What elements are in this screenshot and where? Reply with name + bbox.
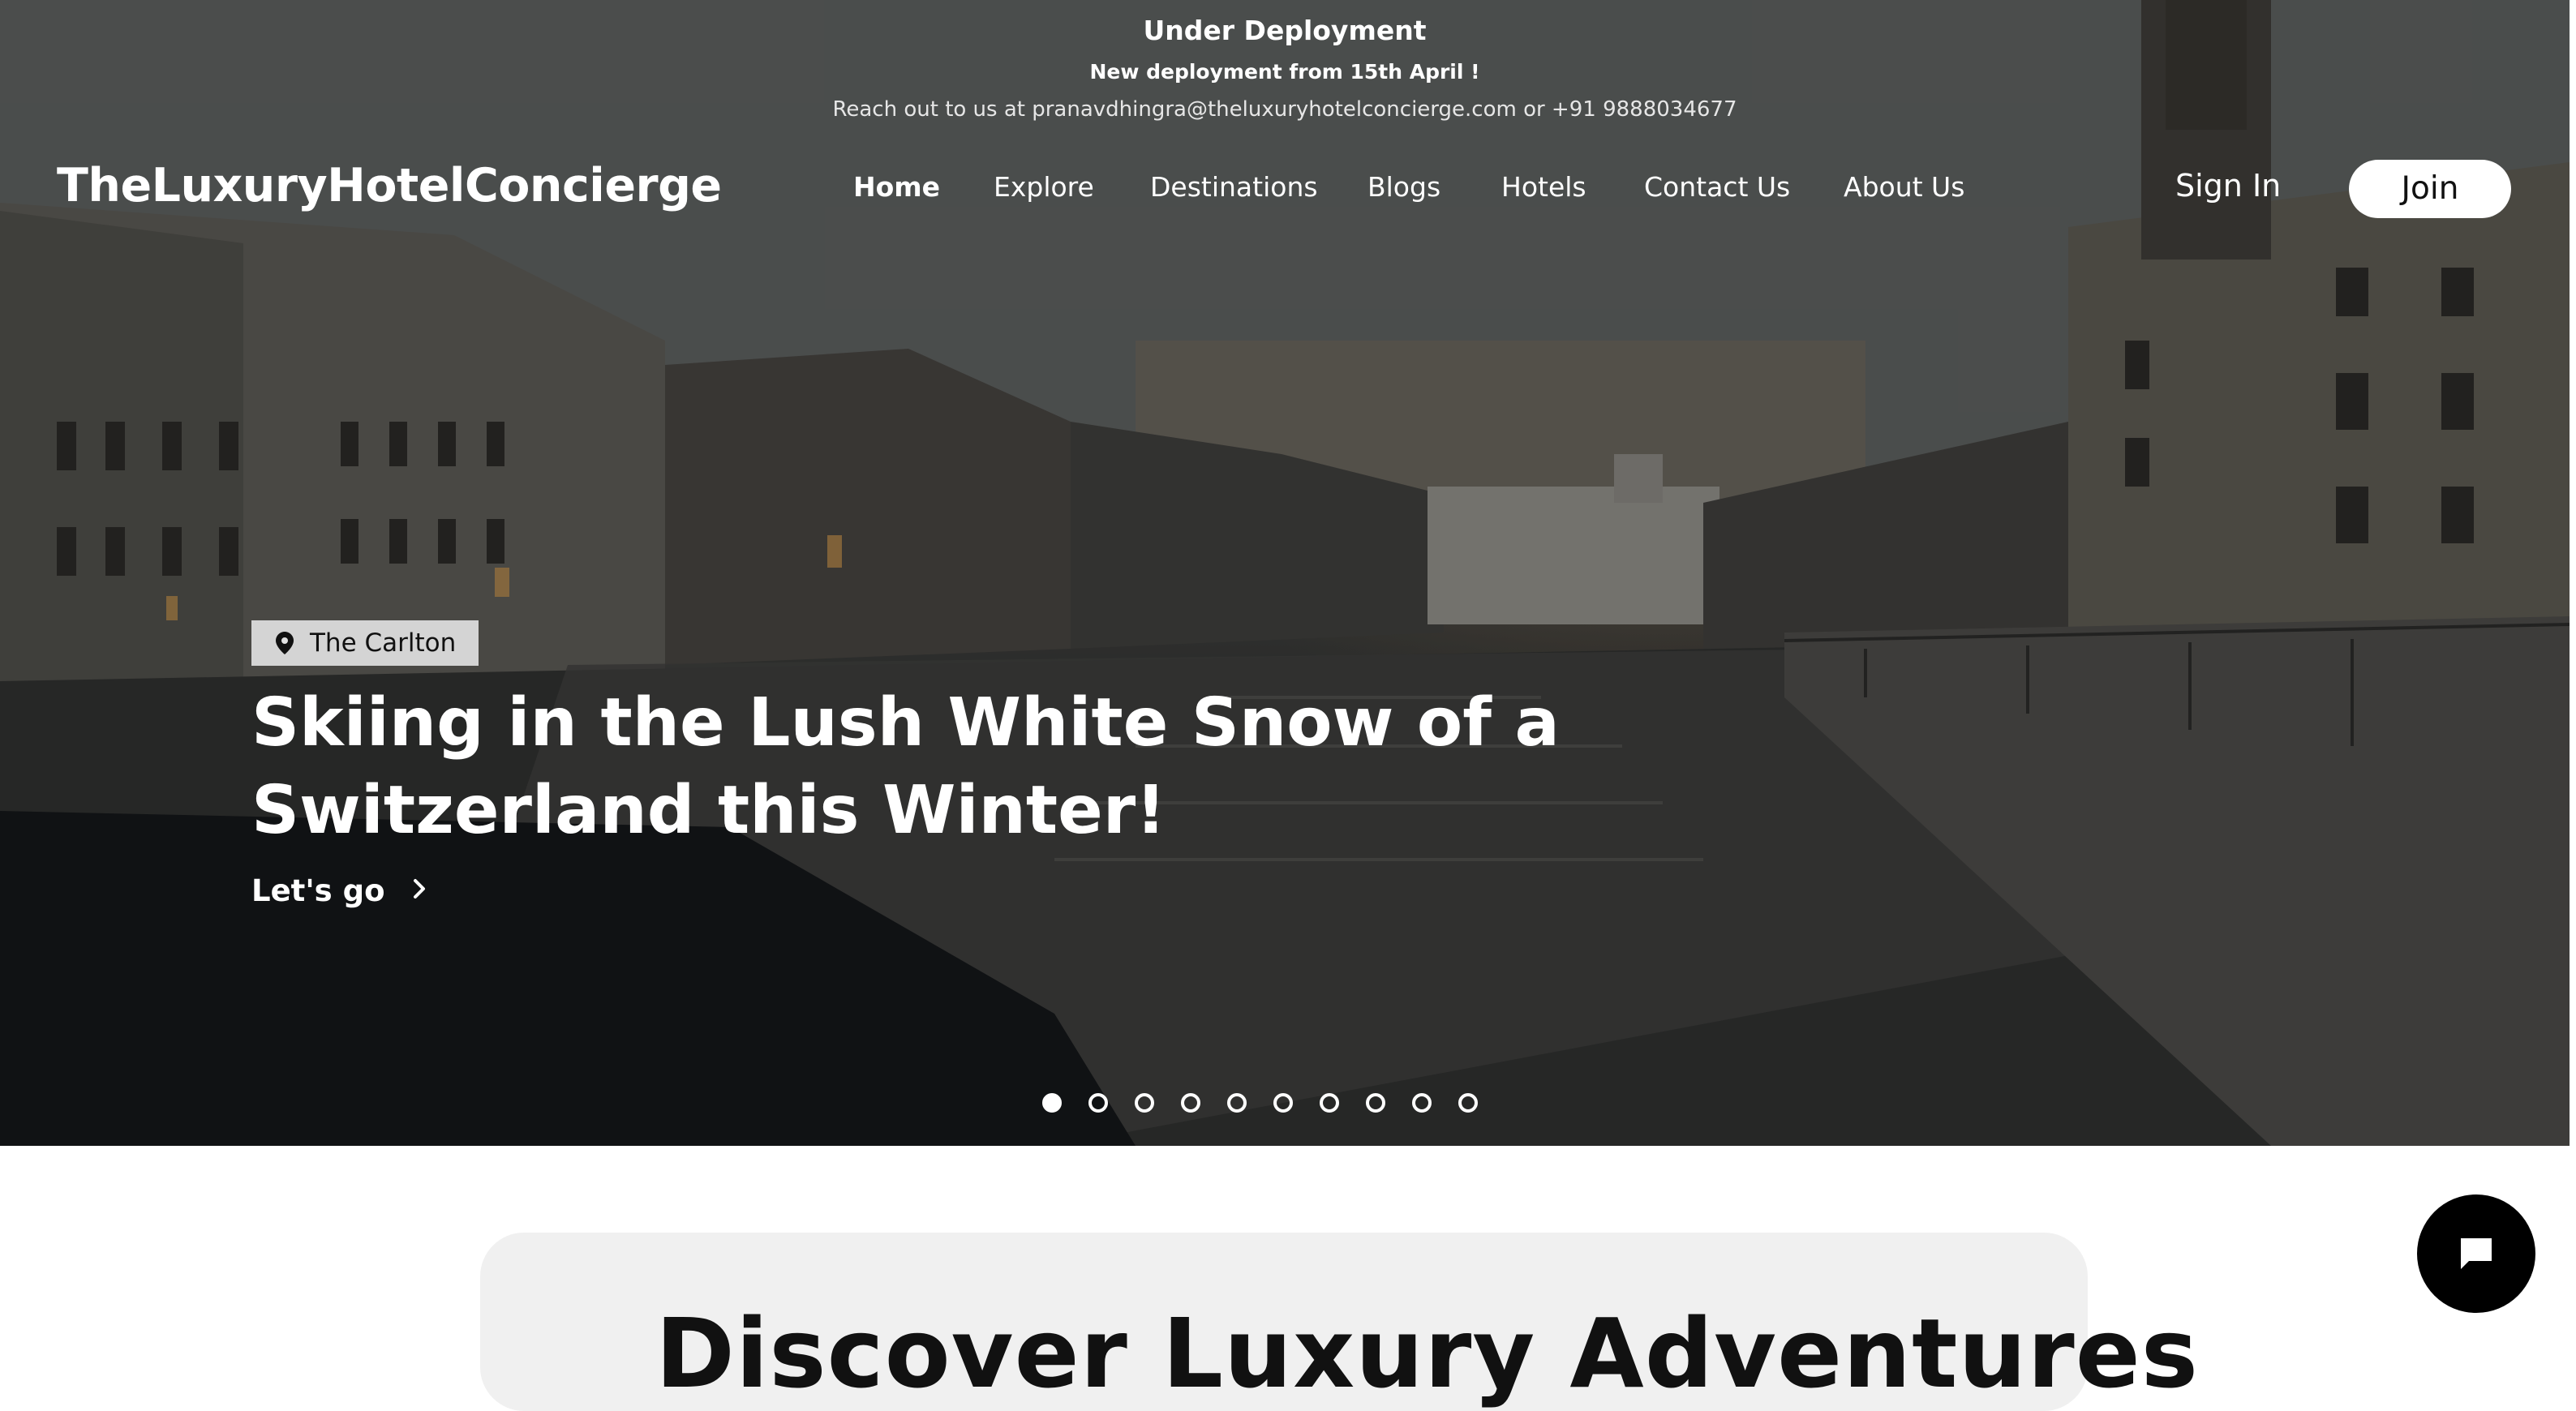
nav-explore[interactable]: Explore bbox=[994, 171, 1094, 203]
nav-hotels[interactable]: Hotels bbox=[1501, 171, 1586, 203]
carousel-dot-10[interactable] bbox=[1458, 1093, 1478, 1113]
announcement-title: Under Deployment bbox=[1143, 15, 1427, 46]
nav-destinations[interactable]: Destinations bbox=[1150, 171, 1318, 203]
carousel-pagination bbox=[1042, 1093, 1478, 1113]
sign-in-link[interactable]: Sign In bbox=[2175, 168, 2281, 204]
carousel-dot-3[interactable] bbox=[1135, 1093, 1154, 1113]
carousel-dot-5[interactable] bbox=[1227, 1093, 1247, 1113]
site-logo[interactable]: TheLuxuryHotelConcierge bbox=[57, 159, 722, 212]
carousel-dot-7[interactable] bbox=[1320, 1093, 1339, 1113]
nav-contact-us[interactable]: Contact Us bbox=[1644, 171, 1790, 203]
nav-home[interactable]: Home bbox=[853, 171, 940, 203]
map-pin-icon bbox=[276, 632, 294, 654]
carousel-dot-8[interactable] bbox=[1366, 1093, 1385, 1113]
location-label: The Carlton bbox=[310, 628, 457, 658]
carousel-dot-4[interactable] bbox=[1181, 1093, 1200, 1113]
lets-go-label: Let's go bbox=[251, 873, 385, 908]
carousel-dot-6[interactable] bbox=[1273, 1093, 1293, 1113]
section-title: Discover Luxury Adventures bbox=[655, 1297, 2199, 1409]
carousel-dot-1[interactable] bbox=[1042, 1093, 1062, 1113]
nav-blogs[interactable]: Blogs bbox=[1367, 171, 1440, 203]
carousel-dot-2[interactable] bbox=[1088, 1093, 1108, 1113]
announcement-subtitle: New deployment from 15th April ! bbox=[1089, 60, 1480, 84]
carousel-dot-9[interactable] bbox=[1412, 1093, 1432, 1113]
announcement-contact: Reach out to us at pranavdhingra@theluxu… bbox=[832, 97, 1737, 122]
chevron-right-icon bbox=[414, 879, 426, 898]
location-badge[interactable]: The Carlton bbox=[251, 620, 479, 666]
lets-go-link[interactable]: Let's go bbox=[251, 873, 427, 908]
nav-about-us[interactable]: About Us bbox=[1844, 171, 1964, 203]
chat-button[interactable] bbox=[2417, 1194, 2535, 1313]
chat-bubble-icon bbox=[2461, 1238, 2492, 1269]
hero-headline: Skiing in the Lush White Snow of a Switz… bbox=[251, 684, 1560, 849]
join-button[interactable]: Join bbox=[2349, 160, 2511, 218]
